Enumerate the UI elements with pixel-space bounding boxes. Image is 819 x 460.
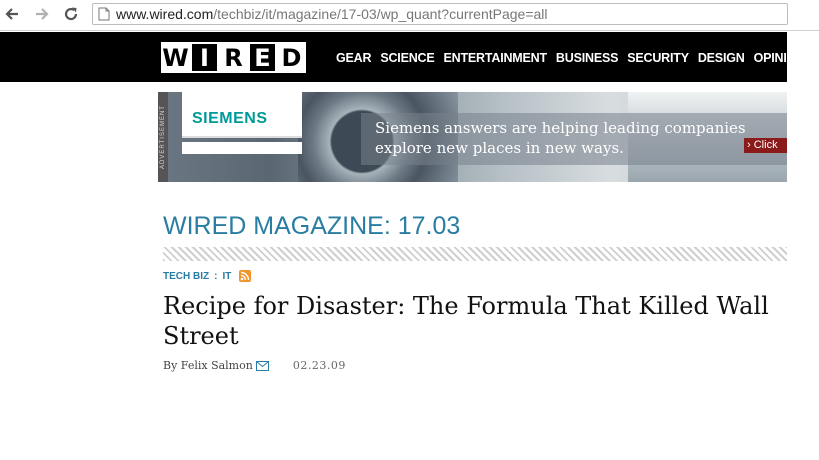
siemens-brand-text: SIEMENS	[192, 110, 268, 127]
forward-arrow-icon	[36, 8, 49, 20]
breadcrumb-separator: :	[214, 270, 218, 282]
breadcrumb-tech-biz[interactable]: TECH BIZ	[163, 271, 209, 282]
breadcrumb-it[interactable]: IT	[222, 271, 231, 282]
nav-item-entertainment[interactable]: ENTERTAINMENT	[444, 51, 548, 65]
logo-letter: I	[190, 42, 219, 73]
nav-item-opinion[interactable]: OPINIO	[754, 51, 797, 65]
reload-icon	[64, 7, 78, 21]
browser-toolbar: www.wired.com/techbiz/it/magazine/17-03/…	[0, 0, 819, 31]
ad-copy: Siemens answers are helping leading comp…	[375, 118, 755, 158]
forward-button[interactable]	[32, 4, 52, 24]
ad-copy-line: explore new places in new ways.	[375, 139, 624, 157]
logo-letter: D	[277, 42, 306, 73]
ad-copy-line: Siemens answers are helping leading comp…	[375, 119, 746, 137]
rss-icon[interactable]	[239, 270, 252, 282]
site-header: W I R E D GEAR SCIENCE ENTERTAINMENT BUS…	[0, 32, 796, 82]
nav-item-design[interactable]: DESIGN	[698, 51, 745, 65]
reload-button[interactable]	[61, 4, 81, 24]
url-text: www.wired.com/techbiz/it/magazine/17-03/…	[116, 6, 548, 22]
logo-letter: W	[161, 42, 190, 73]
address-bar[interactable]: www.wired.com/techbiz/it/magazine/17-03/…	[92, 3, 788, 25]
ad-click-button[interactable]: › Click	[744, 138, 787, 153]
hatch-divider	[163, 247, 787, 261]
ad-click-label: Click	[753, 139, 778, 151]
siemens-logo: SIEMENS	[182, 92, 302, 138]
article-title: Recipe for Disaster: The Formula That Ki…	[163, 292, 769, 350]
ad-label: ADVERTISEMENT	[158, 92, 168, 182]
url-host: www.wired.com	[116, 6, 214, 22]
back-arrow-icon	[5, 8, 18, 20]
chevron-right-icon: ›	[747, 139, 754, 151]
nav-item-gear[interactable]: GEAR	[336, 51, 372, 65]
email-icon[interactable]	[255, 360, 269, 371]
back-button[interactable]	[2, 4, 22, 24]
page-icon	[98, 7, 110, 21]
url-path: /techbiz/it/magazine/17-03/wp_quant?curr…	[213, 6, 548, 22]
ad-banner[interactable]: ADVERTISEMENT SIEMENS Siemens answers ar…	[158, 92, 787, 182]
logo-letter: R	[219, 42, 248, 73]
ad-label-text: ADVERTISEMENT	[160, 105, 166, 169]
rss-glyph	[241, 271, 250, 281]
nav-item-security[interactable]: SECURITY	[627, 51, 689, 65]
byline: By Felix Salmon 02.23.09	[163, 359, 346, 372]
breadcrumb: TECH BIZ : IT	[163, 270, 252, 282]
nav-item-science[interactable]: SCIENCE	[380, 51, 434, 65]
wired-logo[interactable]: W I R E D	[161, 42, 306, 73]
publish-date: 02.23.09	[292, 359, 346, 372]
author-name[interactable]: By Felix Salmon	[163, 359, 253, 372]
logo-letter: E	[248, 42, 277, 73]
nav-item-business[interactable]: BUSINESS	[556, 51, 619, 65]
ad-white-strip	[182, 142, 302, 154]
main-nav: GEAR SCIENCE ENTERTAINMENT BUSINESS SECU…	[336, 51, 796, 65]
magazine-issue-title[interactable]: WIRED MAGAZINE: 17.03	[163, 212, 460, 241]
